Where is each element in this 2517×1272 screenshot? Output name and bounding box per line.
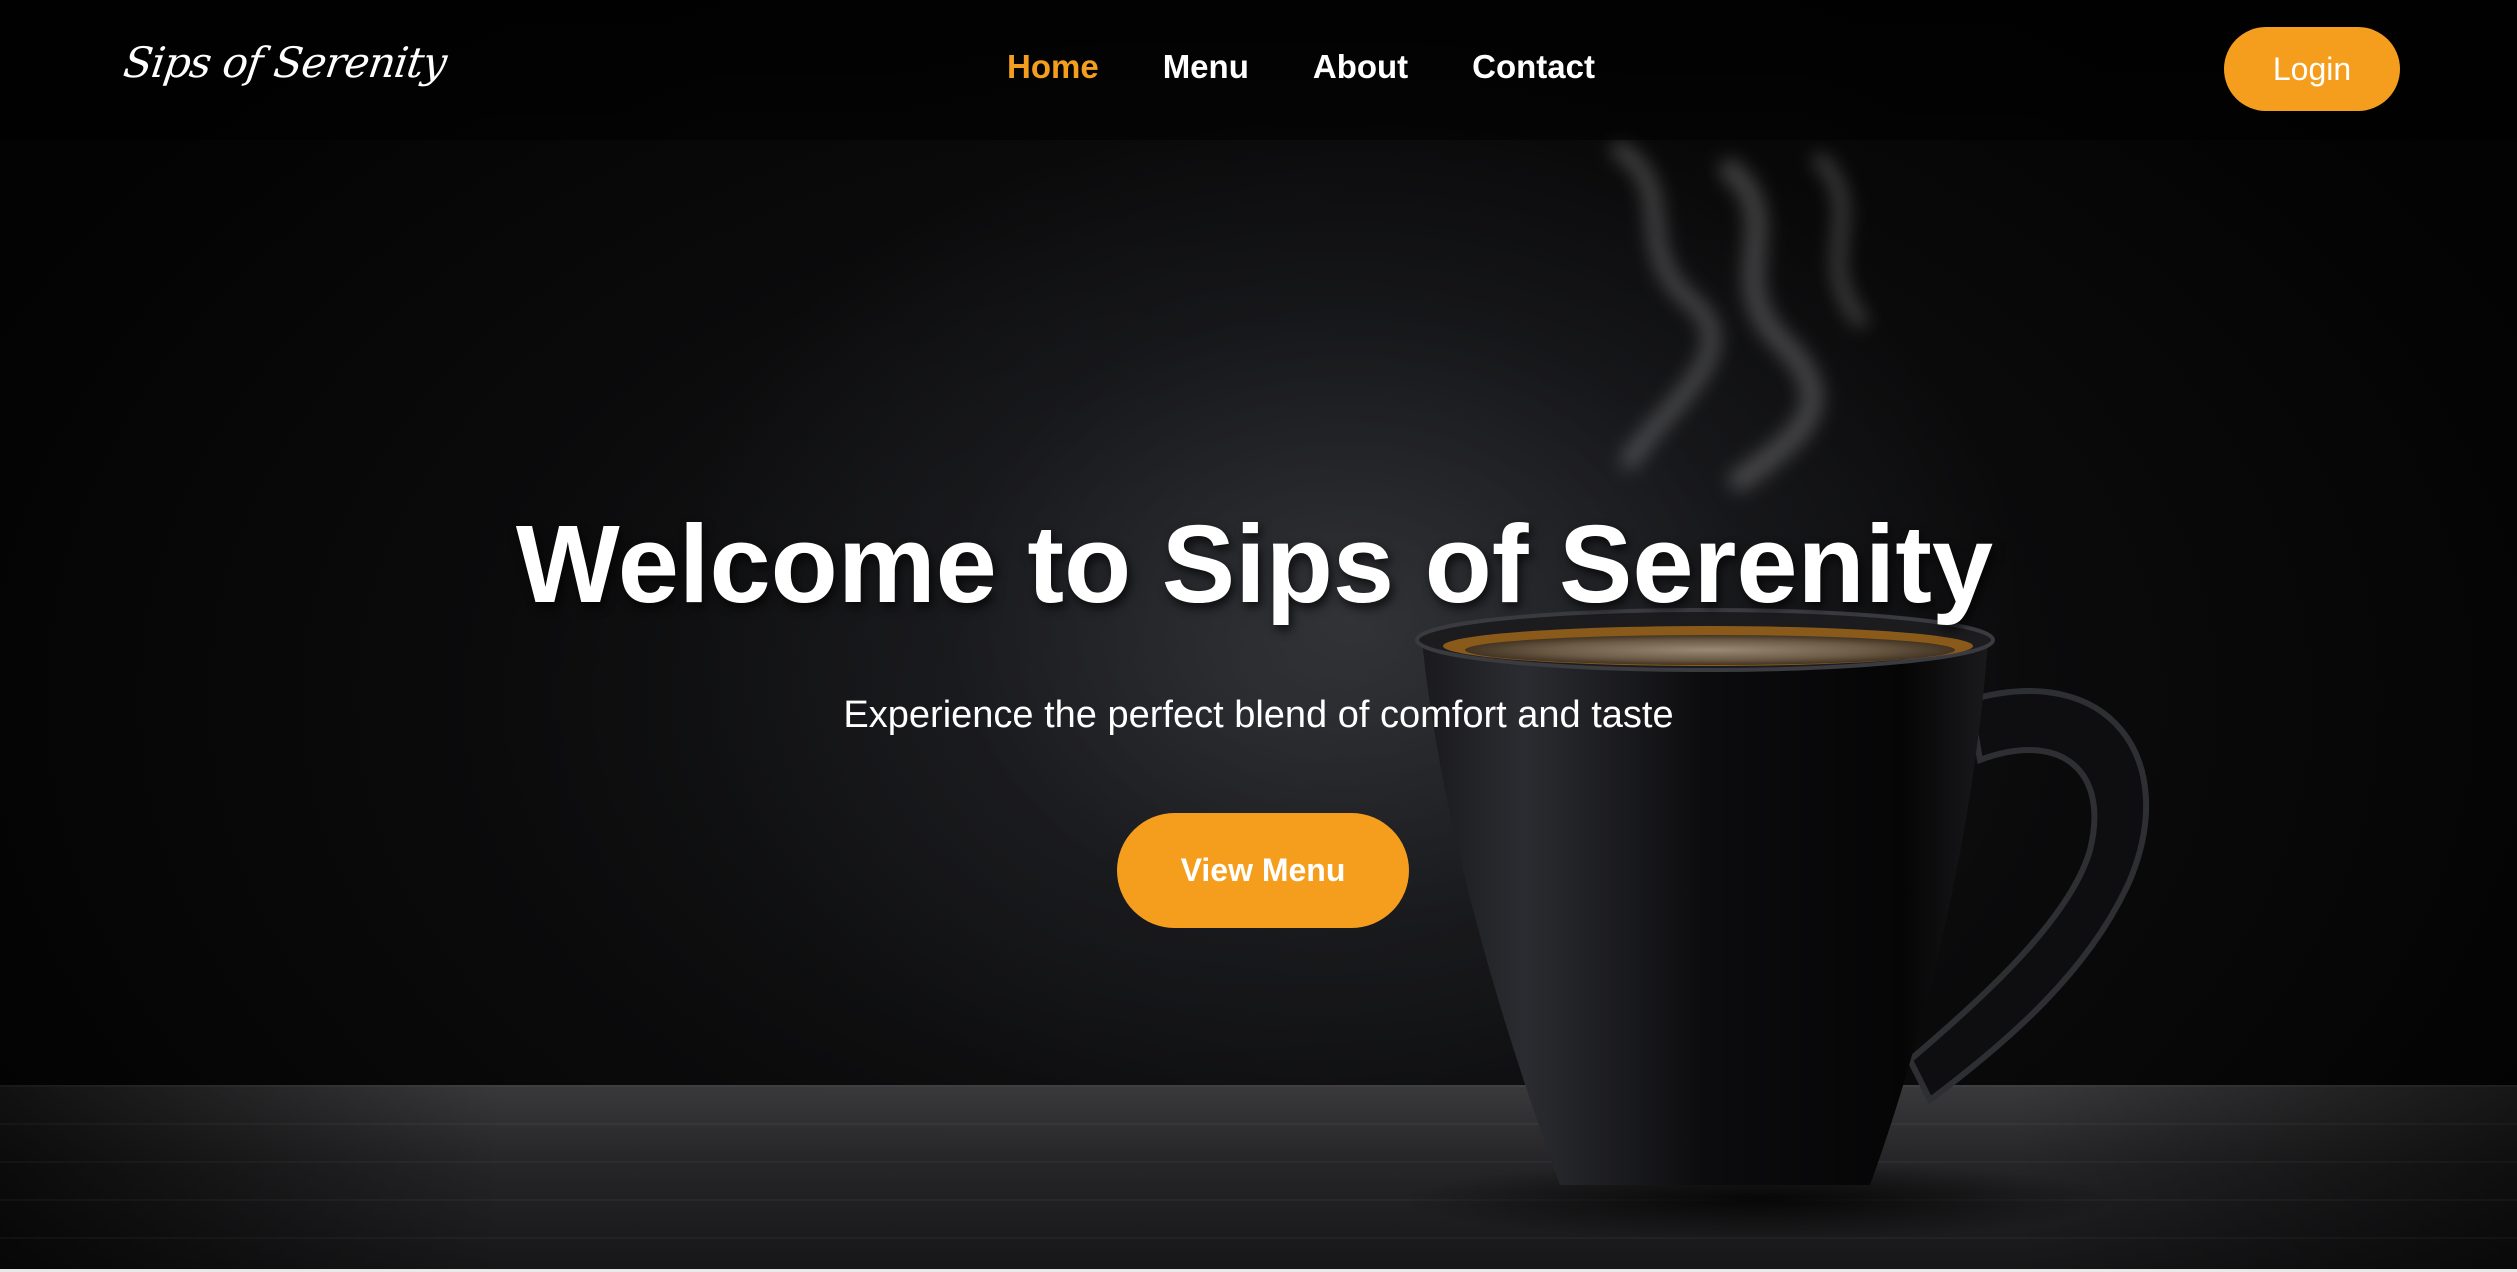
view-menu-button[interactable]: View Menu	[1117, 813, 1409, 928]
nav-about-link[interactable]: About	[1313, 48, 1408, 86]
hero-subtitle: Experience the perfect blend of comfort …	[843, 694, 1674, 736]
landing-page: Sips of Serenity Home Menu About Contact…	[0, 0, 2517, 1272]
nav-home-link[interactable]: Home	[1007, 48, 1099, 86]
login-button[interactable]: Login	[2224, 27, 2400, 111]
main-nav: Home Menu About Contact	[1007, 48, 1659, 86]
brand-logo[interactable]: Sips of Serenity	[121, 38, 450, 87]
top-navbar: Sips of Serenity Home Menu About Contact…	[0, 0, 2517, 140]
steam-illustration	[1611, 141, 1867, 491]
hero-title: Welcome to Sips of Serenity	[515, 503, 1994, 626]
nav-contact-link[interactable]: Contact	[1472, 48, 1595, 86]
nav-menu-link[interactable]: Menu	[1163, 48, 1249, 86]
